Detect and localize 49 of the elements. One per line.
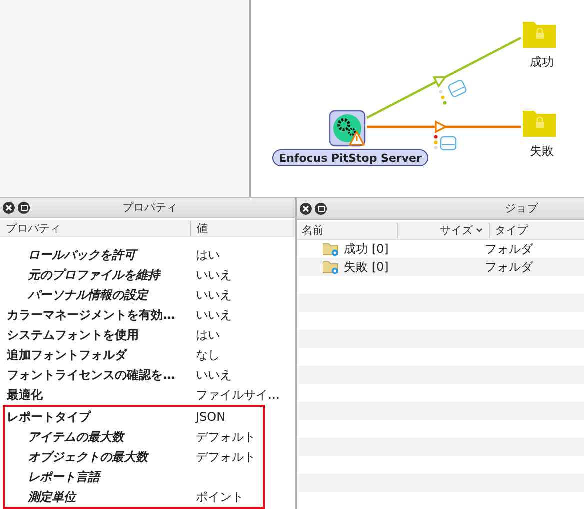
- folder-label: 失敗: [530, 144, 554, 158]
- property-value[interactable]: いいえ: [196, 286, 232, 304]
- property-name[interactable]: 元のプロファイルを維持: [0, 266, 196, 284]
- property-name[interactable]: アイテムの最大数: [5, 428, 196, 446]
- node-label[interactable]: Enfocus PitStop Server: [272, 150, 428, 166]
- property-value[interactable]: はい: [196, 246, 220, 264]
- property-name[interactable]: レポートタイプ: [5, 408, 196, 426]
- property-name[interactable]: パーソナル情報の設定: [0, 286, 196, 304]
- property-value[interactable]: JSON: [196, 410, 226, 424]
- property-value[interactable]: ファイルサイ…: [196, 386, 280, 404]
- close-icon[interactable]: [3, 202, 15, 214]
- column-header[interactable]: 名前: [297, 223, 398, 238]
- folder-label: 成功: [530, 55, 554, 69]
- property-value[interactable]: はい: [196, 326, 220, 344]
- restore-icon[interactable]: [315, 202, 327, 214]
- close-icon[interactable]: [300, 202, 312, 214]
- sort-caret-icon: [476, 228, 483, 233]
- status-dots-icon: [439, 90, 447, 105]
- column-header[interactable]: プロパティ: [0, 220, 191, 236]
- folder-gear-icon: [323, 242, 340, 256]
- column-header[interactable]: 値: [191, 220, 208, 236]
- property-value[interactable]: ポイント: [196, 488, 244, 506]
- panel-title: プロパティ: [122, 200, 178, 216]
- job-name[interactable]: 失敗 [0]: [344, 258, 480, 276]
- property-value[interactable]: デフォルト: [196, 428, 256, 446]
- gears-app-icon[interactable]: [329, 110, 366, 147]
- job-name[interactable]: 成功 [0]: [344, 240, 480, 258]
- column-header[interactable]: サイズ: [398, 223, 476, 238]
- property-name[interactable]: フォントライセンスの確認を…: [0, 366, 196, 384]
- property-value[interactable]: いいえ: [196, 306, 232, 324]
- property-value[interactable]: いいえ: [196, 266, 232, 284]
- folder-gear-icon: [323, 260, 340, 274]
- status-dots-icon: [434, 135, 438, 150]
- panel-title: ジョブ: [504, 201, 540, 216]
- property-name[interactable]: システムフォントを使用: [0, 326, 196, 344]
- property-value[interactable]: デフォルト: [196, 448, 256, 466]
- job-type: フォルダ: [484, 258, 533, 276]
- property-value[interactable]: なし: [196, 346, 220, 364]
- column-header[interactable]: タイプ: [489, 223, 528, 238]
- job-type: フォルダ: [484, 240, 533, 258]
- property-name[interactable]: レポート言語: [5, 468, 196, 486]
- restore-icon[interactable]: [18, 202, 30, 214]
- property-name[interactable]: 追加フォントフォルダ: [0, 346, 196, 364]
- property-value[interactable]: いいえ: [196, 366, 232, 384]
- property-name[interactable]: オブジェクトの最大数: [5, 448, 196, 466]
- property-name[interactable]: カラーマネージメントを有効…: [0, 306, 196, 324]
- property-name[interactable]: ロールバックを許可: [0, 246, 196, 264]
- property-name[interactable]: 測定単位: [5, 488, 196, 506]
- property-name[interactable]: 最適化: [0, 386, 196, 404]
